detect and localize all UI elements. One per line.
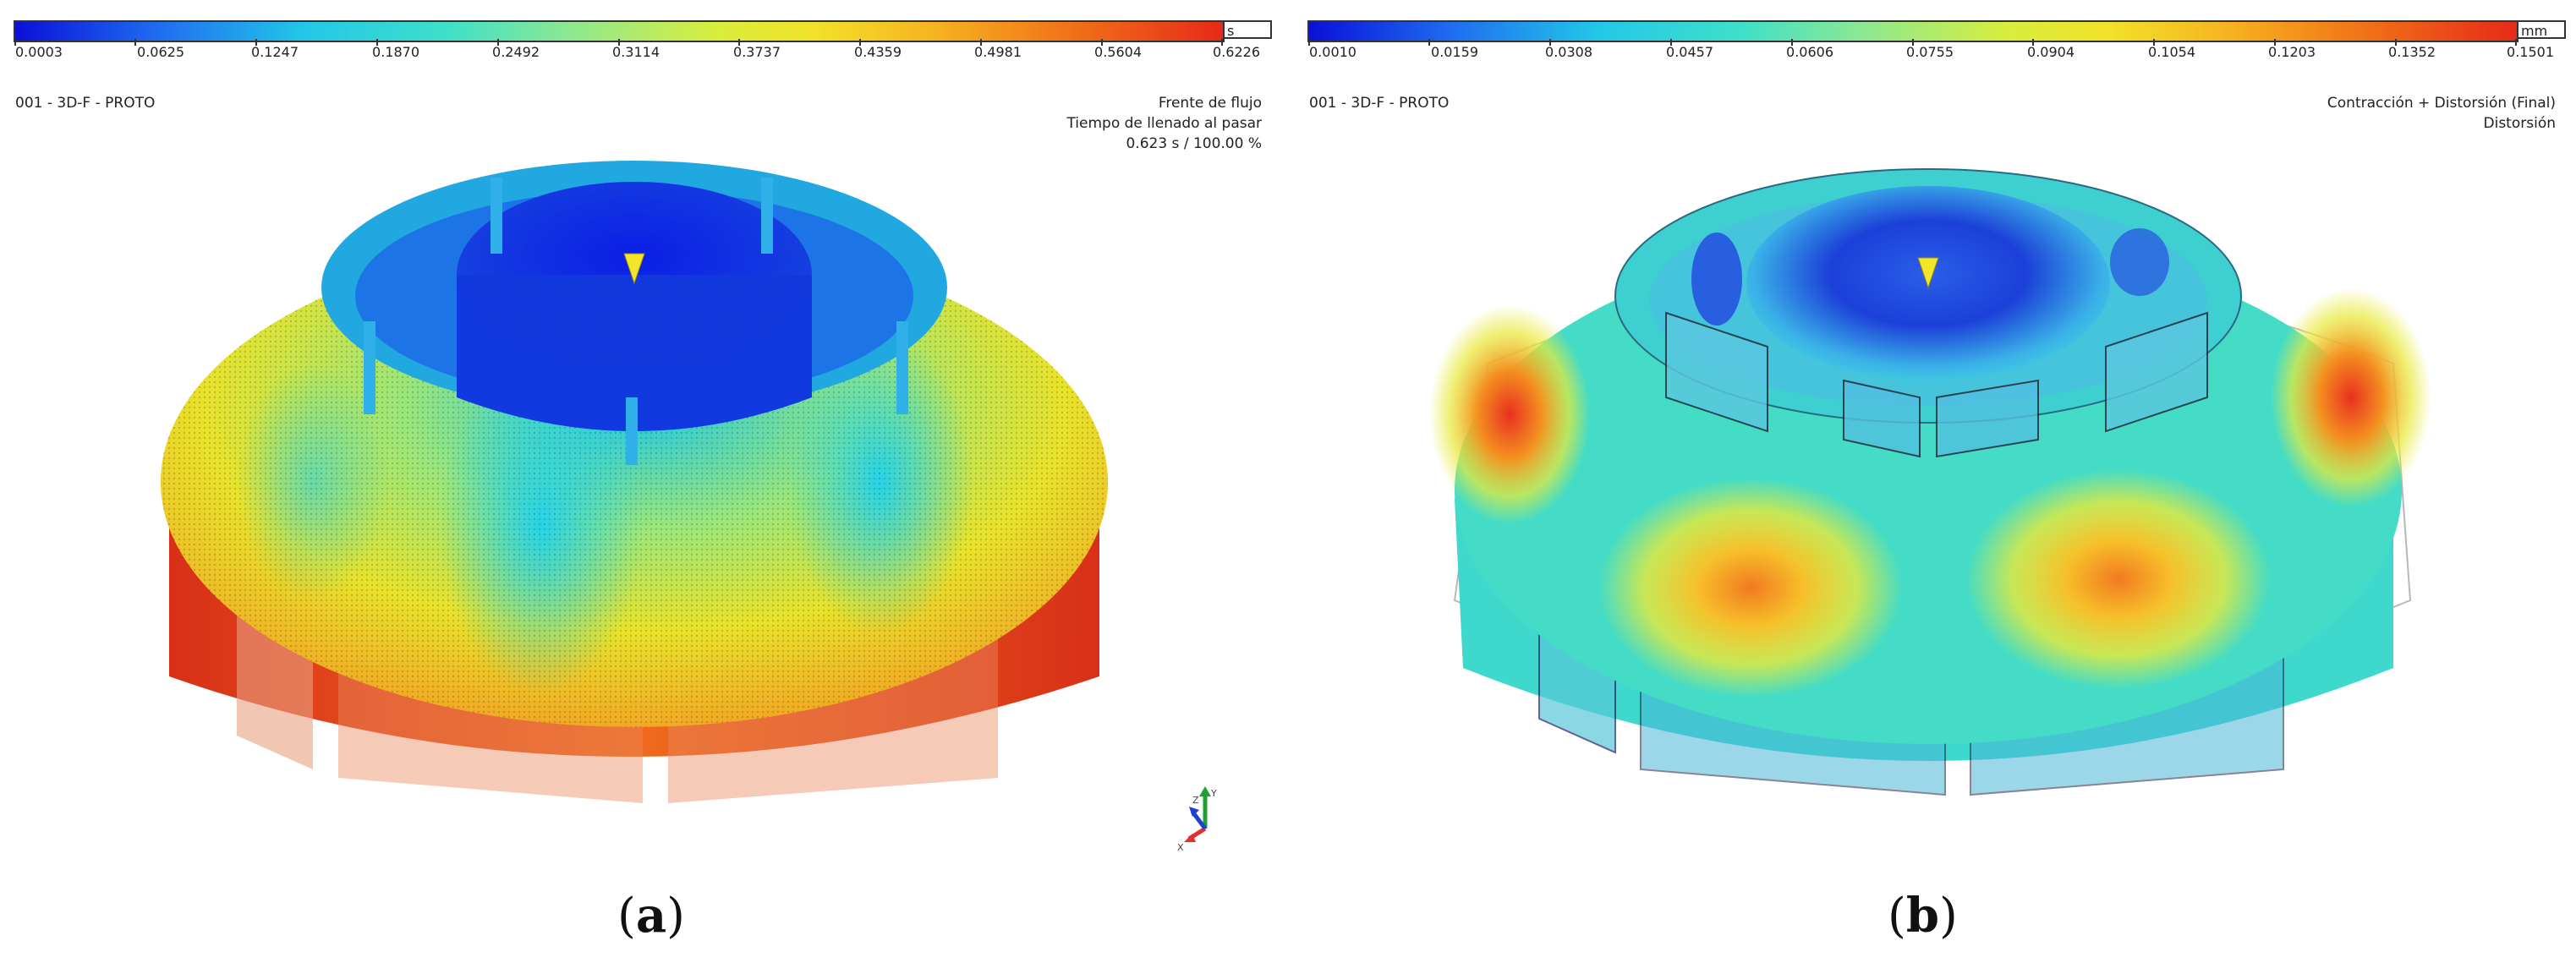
scale-tick-label: 0.1352	[2388, 44, 2436, 60]
scale-unit: mm	[2517, 20, 2566, 39]
scale-tick-label: 0.1054	[2148, 44, 2195, 60]
scale-tick-label: 0.3114	[612, 44, 660, 60]
scale-tick-label: 0.0457	[1666, 44, 1713, 60]
scale-tick-label: 0.4359	[854, 44, 902, 60]
scale-tick-label: 0.1870	[372, 44, 419, 60]
scale-tick-label: 0.0308	[1545, 44, 1592, 60]
scale-tick-label: 0.0003	[15, 44, 63, 60]
axis-triad-icon: Z Y X	[1177, 786, 1217, 853]
result-title: Contracción + Distorsión (Final)	[2327, 95, 2556, 112]
scale-tick-label: 0.6226	[1213, 44, 1260, 60]
caption-letter: a	[635, 888, 667, 944]
scale-tick	[1428, 39, 1430, 46]
caption-a: (a)	[617, 888, 686, 944]
axis-label-z: Z	[1192, 795, 1199, 806]
scale-tick-label: 0.1247	[251, 44, 299, 60]
study-name: 001 - 3D-F - PROTO	[1309, 95, 1450, 112]
scale-tick-label: 0.1203	[2268, 44, 2316, 60]
panel-a-fill-time: s 0.0003 0.0625 0.1247 0.1870 0.2492 0.3…	[0, 0, 1282, 871]
scale-tick-label: 0.3737	[733, 44, 781, 60]
scale-tick-label: 0.0755	[1906, 44, 1954, 60]
scale-tick-label: 0.5604	[1094, 44, 1142, 60]
panel-b-distortion: mm 0.0010 0.0159 0.0308 0.0457 0.0606 0.…	[1294, 0, 2576, 871]
scale-tick-label: 0.0010	[1309, 44, 1357, 60]
impeller-distortion-model	[1429, 168, 2431, 796]
impeller-fill-time-model: Z Y X	[161, 161, 1217, 853]
scale-tick-label: 0.1501	[2507, 44, 2554, 60]
scale-tick-label: 0.4981	[974, 44, 1022, 60]
scale-tick-label: 0.2492	[492, 44, 540, 60]
caption-letter: b	[1905, 888, 1940, 944]
result-title: Frente de flujo	[1158, 95, 1262, 112]
scale-tick-label: 0.0606	[1786, 44, 1833, 60]
scale-tick-label: 0.0904	[2027, 44, 2075, 60]
study-name: 001 - 3D-F - PROTO	[15, 95, 156, 112]
scale-tick-label: 0.0625	[137, 44, 184, 60]
scale-tick-label: 0.0159	[1431, 44, 1478, 60]
axis-label-x: X	[1177, 842, 1184, 853]
scale-tick	[134, 39, 136, 46]
scale-unit: s	[1223, 20, 1272, 39]
caption-b: (b)	[1888, 888, 1958, 944]
axis-label-y: Y	[1210, 788, 1217, 799]
